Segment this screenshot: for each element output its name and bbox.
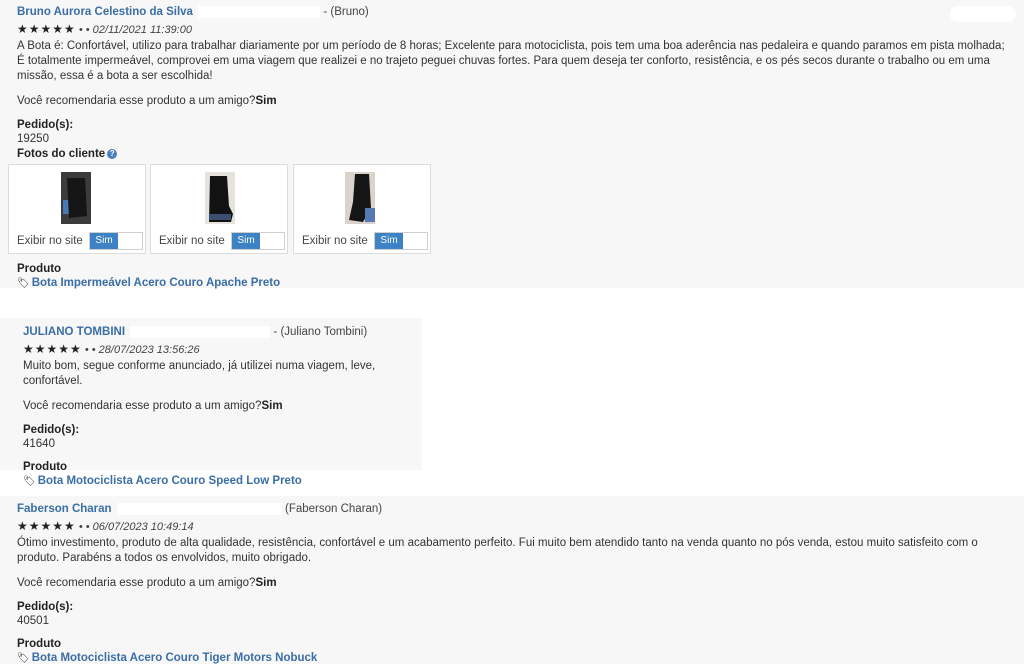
product-link-row: 🏷︎ Bota Impermeável Acero Couro Apache Pr… — [17, 276, 1008, 290]
review-card: Bruno Aurora Celestino da Silva - (Bruno… — [0, 0, 1024, 290]
display-on-site-row: Exibir no site Sim — [17, 232, 144, 250]
redacted-email — [198, 6, 321, 18]
review-card: JULIANO TOMBINI - (Juliano Tombini) ★★★★… — [0, 318, 422, 487]
display-toggle[interactable]: Sim — [374, 232, 429, 250]
photo-card: Exibir no site Sim — [150, 164, 288, 254]
photo-thumbnail[interactable] — [205, 172, 235, 224]
review-date: • • 02/11/2021 11:39:00 — [78, 24, 192, 36]
display-on-site-row: Exibir no site Sim — [302, 232, 429, 250]
recommend-line: Você recomendaria esse produto a um amig… — [23, 399, 406, 414]
orders-label: Pedido(s): — [17, 119, 74, 131]
recommend-answer: Sim — [255, 577, 277, 589]
star-rating-icon: ★★★★★ — [17, 22, 76, 36]
review-author[interactable]: JULIANO TOMBINI — [23, 326, 125, 338]
product-link[interactable]: Bota Motociclista Acero Couro Speed Low … — [38, 475, 302, 487]
recommend-line: Você recomendaria esse produto a um amig… — [17, 94, 1008, 109]
star-rating-icon: ★★★★★ — [17, 519, 76, 533]
review-nickname: (Faberson Charan) — [284, 503, 383, 516]
toggle-on-value: Sim — [375, 233, 404, 249]
recommend-question: Você recomendaria esse produto a um amig… — [23, 400, 262, 412]
tag-icon: 🏷︎ — [23, 476, 36, 487]
customer-photos: Exibir no site Sim Exibir no site Sim Ex… — [8, 164, 1008, 256]
tag-icon: 🏷︎ — [17, 653, 30, 664]
recommend-question: Você recomendaria esse produto a um amig… — [17, 95, 256, 107]
product-link-row: 🏷︎ Bota Motociclista Acero Couro Speed Lo… — [23, 474, 406, 488]
help-circle-icon[interactable]: ? — [107, 148, 118, 159]
display-toggle[interactable]: Sim — [89, 232, 144, 250]
orders-label: Pedido(s): — [17, 601, 74, 613]
photos-label-row: Fotos do cliente? — [17, 147, 1008, 161]
review-nickname: - (Juliano Tombini) — [273, 326, 368, 339]
photo-card: Exibir no site Sim — [8, 164, 146, 254]
display-on-site-label: Exibir no site — [159, 235, 225, 248]
recommend-answer: Sim — [255, 95, 277, 107]
boot-photo-icon — [345, 172, 375, 224]
recommend-line: Você recomendaria esse produto a um amig… — [17, 576, 1008, 591]
review-date: • • 06/07/2023 10:49:14 — [78, 521, 194, 533]
display-on-site-row: Exibir no site Sim — [159, 232, 286, 250]
toggle-on-value: Sim — [90, 233, 119, 249]
toggle-on-value: Sim — [232, 233, 261, 249]
review-text: A Bota é: Confortável, utilizo para trab… — [17, 40, 1005, 82]
display-on-site-label: Exibir no site — [17, 235, 83, 248]
review-date: • • 28/07/2023 13:56:26 — [84, 344, 200, 356]
review-card: Faberson Charan (Faberson Charan) ★★★★★ … — [0, 496, 1024, 664]
boot-photo-icon — [205, 172, 235, 224]
display-toggle[interactable]: Sim — [231, 232, 286, 250]
boot-photo-icon — [61, 172, 91, 224]
order-number: 41640 — [23, 438, 55, 450]
review-text: Ótimo investimento, produto de alta qual… — [17, 537, 978, 564]
review-author[interactable]: Faberson Charan — [17, 503, 112, 515]
review-author[interactable]: Bruno Aurora Celestino da Silva — [17, 6, 193, 18]
product-label: Produto — [17, 638, 62, 650]
review-nickname: - (Bruno) — [323, 6, 369, 19]
order-number: 19250 — [17, 133, 49, 145]
photo-thumbnail[interactable] — [61, 172, 91, 224]
star-rating-icon: ★★★★★ — [23, 342, 82, 356]
product-label: Produto — [17, 263, 62, 275]
display-on-site-label: Exibir no site — [302, 235, 368, 248]
order-number: 40501 — [17, 615, 49, 627]
recommend-answer: Sim — [261, 400, 283, 412]
product-label: Produto — [23, 461, 68, 473]
product-link-row: 🏷︎ Bota Motociclista Acero Couro Tiger Mo… — [17, 651, 1008, 665]
product-link[interactable]: Bota Impermeável Acero Couro Apache Pret… — [32, 277, 280, 289]
photos-label: Fotos do cliente — [17, 148, 106, 160]
photo-thumbnail[interactable] — [345, 172, 375, 224]
tag-icon: 🏷︎ — [17, 278, 30, 289]
orders-label: Pedido(s): — [23, 424, 80, 436]
review-text: Muito bom, segue conforme anunciado, já … — [23, 360, 376, 387]
redacted-email — [130, 326, 271, 338]
photo-card: Exibir no site Sim — [293, 164, 431, 254]
product-link[interactable]: Bota Motociclista Acero Couro Tiger Moto… — [32, 652, 318, 664]
recommend-question: Você recomendaria esse produto a um amig… — [17, 577, 256, 589]
redacted-email — [116, 503, 282, 515]
